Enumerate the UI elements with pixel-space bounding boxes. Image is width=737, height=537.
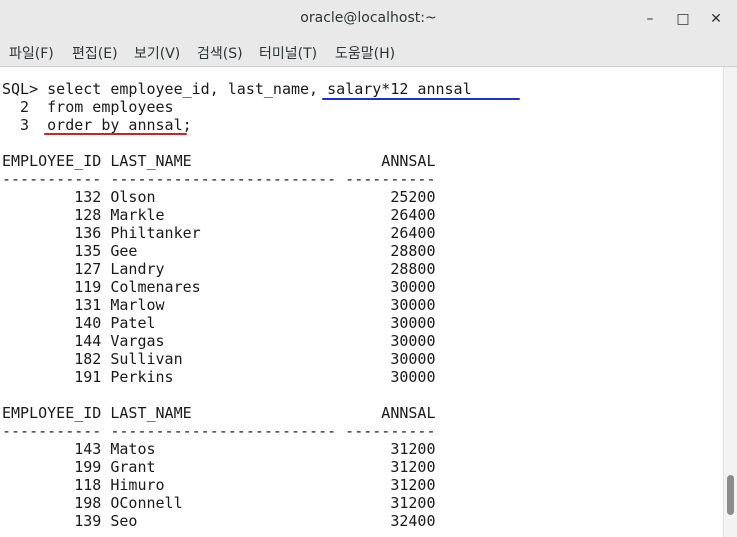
menu-edit[interactable]: 편집(E) [72, 43, 118, 63]
table-row: 199 Grant 31200 [2, 458, 436, 476]
sql-line-2: 2 from employees [2, 98, 174, 116]
close-icon[interactable]: ✕ [706, 9, 726, 29]
blue-underline-annotation [322, 98, 520, 100]
table-row: 144 Vargas 30000 [2, 332, 436, 350]
sql-line-3: 3 order by annsal; [2, 116, 192, 134]
table-row: 143 Matos 31200 [2, 440, 436, 458]
result-separator-2: ----------- ------------------------- --… [2, 422, 436, 440]
table-row: 135 Gee 28800 [2, 242, 436, 260]
sql-line-1: SQL> select employee_id, last_name, sala… [2, 80, 472, 98]
table-row: 132 Olson 25200 [2, 188, 436, 206]
maximize-icon[interactable]: □ [673, 9, 693, 29]
red-underline-annotation [44, 133, 187, 135]
scrollbar[interactable] [723, 67, 737, 537]
table-row: 127 Landry 28800 [2, 260, 436, 278]
table-row: 119 Colmenares 30000 [2, 278, 436, 296]
result-separator-1: ----------- ------------------------- --… [2, 170, 436, 188]
table-row: 118 Himuro 31200 [2, 476, 436, 494]
table-row: 191 Perkins 30000 [2, 368, 436, 386]
table-row: 131 Marlow 30000 [2, 296, 436, 314]
minimize-icon[interactable]: – [640, 9, 660, 29]
result-header-2: EMPLOYEE_ID LAST_NAME ANNSAL [2, 404, 436, 422]
menu-file[interactable]: 파일(F) [9, 43, 54, 63]
result-header-1: EMPLOYEE_ID LAST_NAME ANNSAL [2, 152, 436, 170]
table-row: 140 Patel 30000 [2, 314, 436, 332]
menu-bar: 파일(F) 편집(E) 보기(V) 검색(S) 터미널(T) 도움말(H) [0, 38, 737, 67]
table-row: 128 Markle 26400 [2, 206, 436, 224]
table-row: 139 Seo 32400 [2, 512, 436, 530]
menu-view[interactable]: 보기(V) [134, 43, 180, 63]
menu-search[interactable]: 검색(S) [197, 43, 243, 63]
terminal-window: oracle@localhost:~ – □ ✕ 파일(F) 편집(E) 보기(… [0, 0, 737, 537]
table-row: 182 Sullivan 30000 [2, 350, 436, 368]
menu-help[interactable]: 도움말(H) [335, 43, 395, 63]
table-row: 136 Philtanker 26400 [2, 224, 436, 242]
window-title: oracle@localhost:~ [300, 10, 437, 26]
title-bar[interactable]: oracle@localhost:~ – □ ✕ [0, 0, 737, 39]
scrollbar-thumb[interactable] [727, 475, 734, 515]
terminal-output[interactable]: SQL> select employee_id, last_name, sala… [0, 67, 724, 537]
table-row: 198 OConnell 31200 [2, 494, 436, 512]
menu-terminal[interactable]: 터미널(T) [259, 43, 317, 63]
